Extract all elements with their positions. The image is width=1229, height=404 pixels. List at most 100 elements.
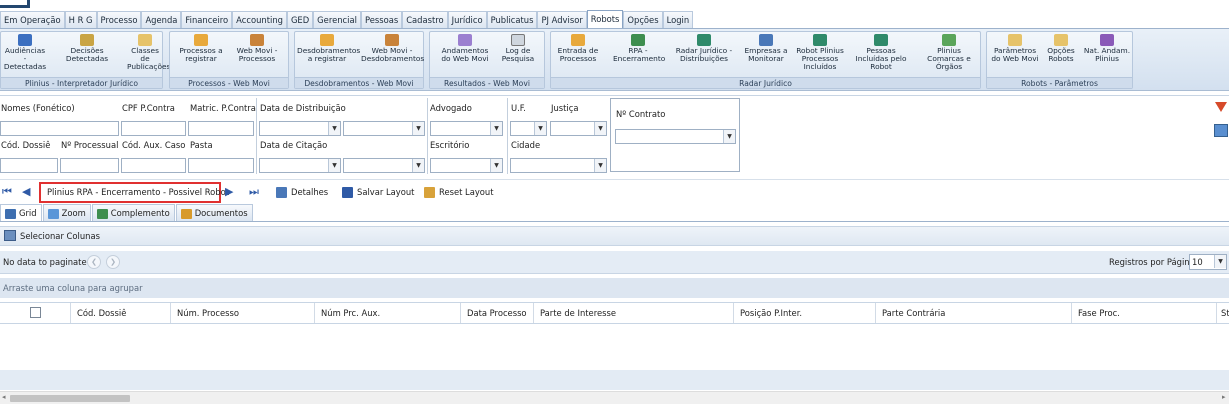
ribbon-button-andamentos[interactable]: Andamentos do Web Movi xyxy=(438,33,492,77)
filter-panel: Nomes (Fonético) CPF P.Contra Matric. P.… xyxy=(0,95,1229,177)
data-citacao-to[interactable]: ▼ xyxy=(343,158,425,173)
cod-aux-input[interactable] xyxy=(121,158,186,173)
tab-documentos[interactable]: Documentos xyxy=(175,204,253,221)
tab-pj-advisor[interactable]: PJ Advisor xyxy=(537,11,587,28)
ribbon-button-radar-distribuicoes[interactable]: Radar Jurídico - Distribuições xyxy=(675,33,733,77)
ribbon-button-log[interactable]: Log de Pesquisa xyxy=(496,33,540,77)
tab-financeiro[interactable]: Financeiro xyxy=(181,11,233,28)
cidade-select[interactable]: ▼ xyxy=(510,158,607,173)
justica-select[interactable]: ▼ xyxy=(550,121,607,136)
label-justica: Justiça xyxy=(551,103,579,113)
ribbon-button-pessoas[interactable]: Pessoas Incluídas pelo Robot xyxy=(853,33,909,77)
ribbon-button-processos-registrar[interactable]: Processos a registrar xyxy=(176,33,226,77)
column-header[interactable]: Data Processo xyxy=(460,303,533,323)
reset-layout-button[interactable]: Reset Layout xyxy=(424,184,494,200)
column-header[interactable]: Parte Contrária xyxy=(875,303,1071,323)
ribbon-group-caption: Processos - Web Movi xyxy=(170,77,288,88)
column-header[interactable]: St xyxy=(1216,303,1229,323)
tab-processo[interactable]: Processo xyxy=(96,11,142,28)
scroll-left-icon[interactable]: ◂ xyxy=(2,393,6,401)
tab-op-es[interactable]: Opções xyxy=(623,11,663,28)
ribbon-group-resultados: Andamentos do Web Movi Log de Pesquisa R… xyxy=(429,31,545,89)
advogado-select[interactable]: ▼ xyxy=(430,121,503,136)
ribbon-button-nat-andam[interactable]: Nat. Andam. Plinius xyxy=(1083,33,1131,77)
ribbon-button-parametros[interactable]: Parâmetros do Web Movi xyxy=(989,33,1041,77)
records-per-page-select[interactable]: 10 ▼ xyxy=(1189,254,1227,270)
tab-cadastro[interactable]: Cadastro xyxy=(402,11,448,28)
group-hint: Arraste uma coluna para agrupar xyxy=(3,283,143,293)
nomes-input[interactable] xyxy=(0,121,119,136)
horizontal-scrollbar[interactable]: ◂ ▸ xyxy=(0,391,1229,404)
select-columns-button[interactable]: Selecionar Colunas xyxy=(20,231,100,241)
chevron-down-icon: ▼ xyxy=(534,122,546,135)
matric-input[interactable] xyxy=(188,121,254,136)
tab-em-opera-o[interactable]: Em Operação xyxy=(0,11,65,28)
tab-gerencial[interactable]: Gerencial xyxy=(313,11,361,28)
column-header[interactable]: Parte de Interesse xyxy=(533,303,733,323)
scrollbar-thumb[interactable] xyxy=(10,395,130,402)
first-record-icon[interactable]: ⏮ xyxy=(2,185,12,199)
next-record-icon[interactable]: ▶ xyxy=(225,185,233,198)
column-header[interactable]: Fase Proc. xyxy=(1071,303,1216,323)
uf-select[interactable]: ▼ xyxy=(510,121,547,136)
ribbon-button-opcoes-robots[interactable]: Opções Robots xyxy=(1043,33,1079,77)
ribbon-button-robot-plinius[interactable]: Robot Plinius Processos Incluídos xyxy=(795,33,845,77)
data-citacao-from[interactable]: ▼ xyxy=(259,158,341,173)
tab-accounting[interactable]: Accounting xyxy=(232,11,287,28)
scroll-right-icon[interactable]: ▸ xyxy=(1222,393,1226,401)
folder-open-icon xyxy=(194,34,208,46)
ribbon-button-webmovi-desdobramentos[interactable]: Web Movi - Desdobramentos xyxy=(361,33,424,77)
top-strip xyxy=(0,0,1229,10)
cpf-input[interactable] xyxy=(121,121,186,136)
column-header[interactable]: Posição P.Inter. xyxy=(733,303,875,323)
column-header[interactable]: Núm. Processo xyxy=(170,303,314,323)
tab-complemento[interactable]: Complemento xyxy=(91,204,175,221)
ribbon-button-desdobramentos-registrar[interactable]: Desdobramentos a registrar xyxy=(297,33,360,77)
processual-input[interactable] xyxy=(60,158,119,173)
tab-jur-dico[interactable]: Jurídico xyxy=(447,11,487,28)
tab-ged[interactable]: GED xyxy=(286,11,314,28)
group-by-bar[interactable]: Arraste uma coluna para agrupar xyxy=(0,278,1229,298)
tab-agenda[interactable]: Agenda xyxy=(141,11,182,28)
pasta-input[interactable] xyxy=(188,158,254,173)
records-per-page-value: 10 xyxy=(1192,257,1203,267)
cod-dossie-input[interactable] xyxy=(0,158,58,173)
ribbon-button-classes[interactable]: Classes de Publicações xyxy=(127,33,170,77)
data-distribuicao-from[interactable]: ▼ xyxy=(259,121,341,136)
globe-icon xyxy=(458,34,472,46)
pager-previous-icon[interactable]: ❮ xyxy=(87,255,101,269)
chevron-down-icon: ▼ xyxy=(594,159,606,172)
details-button[interactable]: Detalhes xyxy=(276,184,328,200)
tab-zoom[interactable]: Zoom xyxy=(42,204,91,221)
pager-next-icon[interactable]: ❯ xyxy=(106,255,120,269)
folder-icon xyxy=(1054,34,1068,46)
ribbon-button-rpa[interactable]: RPA - Encerramento xyxy=(613,33,665,77)
tab-publicatus[interactable]: Publicatus xyxy=(486,11,538,28)
previous-record-icon[interactable]: ◀ xyxy=(22,185,30,198)
column-header[interactable]: Cód. Dossiê xyxy=(70,303,170,323)
chevron-down-icon: ▼ xyxy=(412,159,424,172)
export-icon[interactable] xyxy=(1214,124,1228,137)
tab-robots[interactable]: Robots xyxy=(586,10,624,28)
tab-pessoas[interactable]: Pessoas xyxy=(360,11,403,28)
column-header[interactable]: Núm Prc. Aux. xyxy=(314,303,460,323)
tab-login[interactable]: Login xyxy=(662,11,694,28)
tab-h-r-g[interactable]: H R G xyxy=(64,11,97,28)
save-icon xyxy=(342,187,353,198)
ribbon-button-decisoes[interactable]: Decisões Detectadas xyxy=(61,33,113,77)
person-icon xyxy=(1100,34,1114,46)
tab-grid[interactable]: Grid xyxy=(0,204,42,221)
ribbon-button-webmovi-processos[interactable]: Web Movi - Processos xyxy=(232,33,282,77)
save-layout-button[interactable]: Salvar Layout xyxy=(342,184,414,200)
ribbon-button-empresas[interactable]: Empresas a Monitorar xyxy=(741,33,791,77)
ribbon-button-comarcas[interactable]: Plinius Comarcas e Órgãos xyxy=(921,33,977,77)
last-record-icon[interactable]: ⏭ xyxy=(249,185,259,199)
escritorio-select[interactable]: ▼ xyxy=(430,158,503,173)
ribbon-button-entrada[interactable]: Entrada de Processos xyxy=(553,33,603,77)
contrato-select[interactable]: ▼ xyxy=(615,129,736,144)
ribbon-button-audiencias[interactable]: Audiências - Detectadas xyxy=(3,33,47,77)
ribbon-group-desdobramentos: Desdobramentos a registrar Web Movi - De… xyxy=(294,31,424,89)
filter-red-arrow-icon[interactable] xyxy=(1215,102,1227,112)
data-distribuicao-to[interactable]: ▼ xyxy=(343,121,425,136)
select-all-checkbox[interactable] xyxy=(30,307,41,318)
